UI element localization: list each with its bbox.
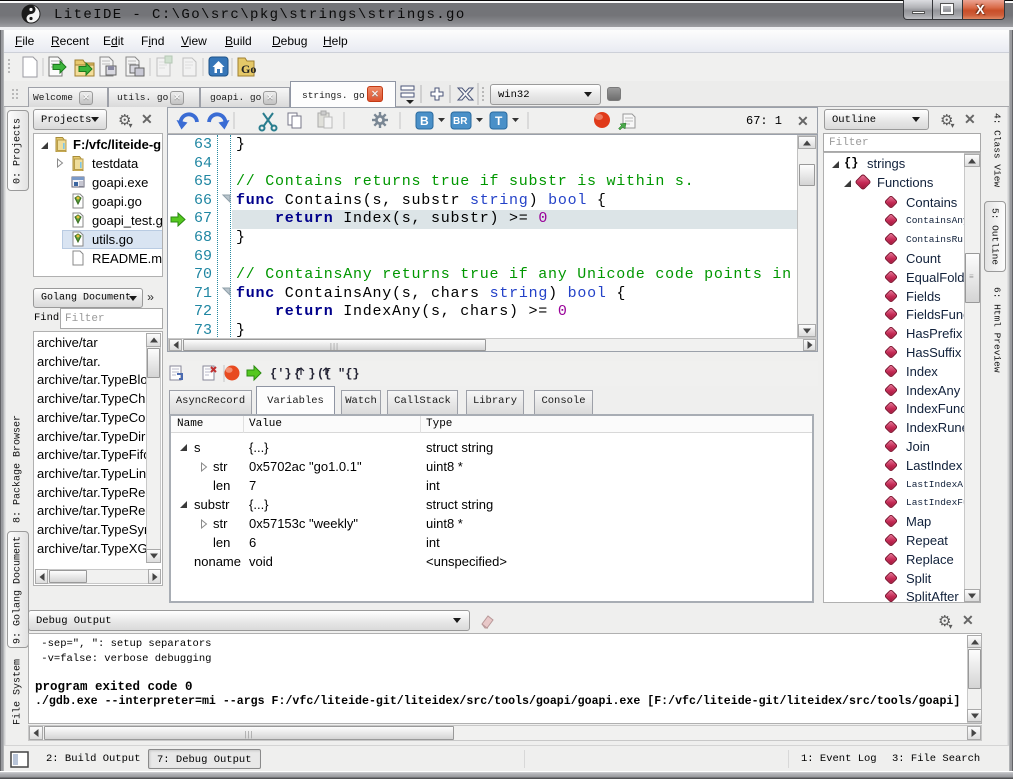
svg-text:BR: BR bbox=[453, 116, 468, 127]
svg-text:{'}: {'} bbox=[270, 367, 292, 381]
svg-text:Go: Go bbox=[241, 62, 256, 76]
svg-text:{ }: { } bbox=[294, 367, 316, 381]
svg-text:B: B bbox=[420, 114, 429, 128]
svg-text:"{}: "{} bbox=[338, 367, 360, 381]
svg-text:T: T bbox=[495, 114, 503, 128]
